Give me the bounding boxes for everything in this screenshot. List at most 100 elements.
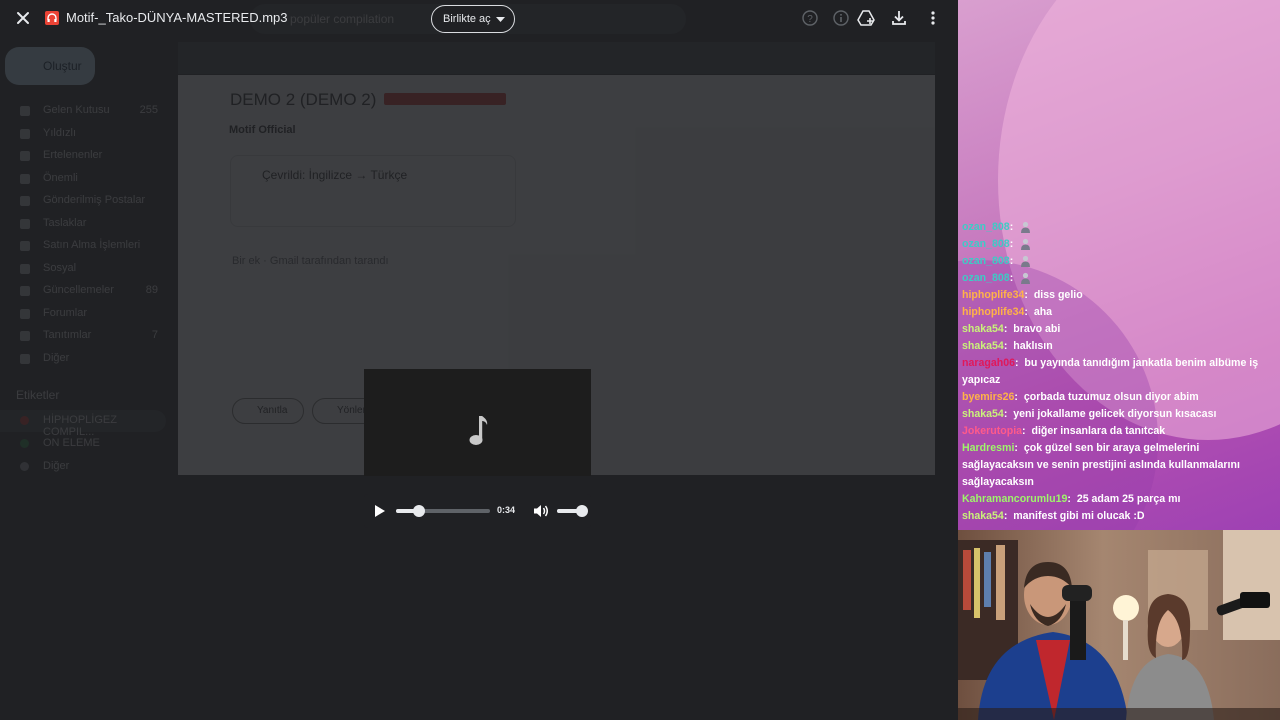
label-item: Diğer [0,456,166,478]
volume-icon[interactable] [532,502,550,520]
nav-item: Ertelenenler [0,145,172,168]
close-icon[interactable] [14,9,32,27]
chat-message: hiphoplife34: aha [962,304,1274,321]
nav-label: Forumlar [43,306,88,319]
chat-username: shaka54 [962,408,1004,420]
nav-item: Önemli [0,168,172,191]
nav-count: 255 [139,104,158,116]
chat-text: diss gelio [1033,289,1083,301]
download-icon[interactable] [890,9,908,27]
seek-thumb[interactable] [412,505,425,517]
attachment-note: Bir ek · Gmail tarafından tarandı [232,255,389,267]
chat-username: Hardresmi [962,442,1015,454]
chevron-down-icon [496,17,505,22]
chat-colon: : [1009,221,1014,233]
label-dot [20,439,29,448]
chat-colon: : [1024,306,1028,318]
nav-count: 7 [151,329,158,341]
chat-username: Jokerutopia [962,425,1023,437]
mail-nav: Gelen Kutusu 255 Yıldızlı Ertelenenler Ön… [0,100,172,370]
nav-label: Önemli [43,171,78,184]
important-icon [20,173,30,184]
translation-text: Çevrildi: İngilizce → Türkçe [262,168,408,182]
info-icon [20,286,30,296]
chat-message: Kahramancorumlu19: 25 adam 25 parça mı [962,491,1274,508]
info-icon[interactable] [832,9,850,27]
chat-message: ozan_808: [962,236,1274,253]
seek-slider[interactable] [396,505,490,517]
background-mail-page: popüler compilation Oluştur Gelen Kutusu… [0,0,958,720]
nav-label: Ertelenenler [43,149,103,161]
file-viewer: popüler compilation Oluştur Gelen Kutusu… [0,0,958,720]
translation-box [230,155,516,227]
star-icon [20,128,30,139]
forum-icon [20,308,30,319]
chat-text: yeni jokallame gelicek diyorsun kısacası [1013,408,1217,420]
nav-label: Diğer [43,351,70,364]
svg-text:?: ? [807,14,813,25]
nav-label: Yıldızlı [43,126,77,139]
chat-colon: : [1003,340,1008,352]
send-icon [20,196,30,206]
file-title: Motif-_Tako-DÜNYA-MASTERED.mp3 [66,10,288,25]
chat-message: shaka54: manifest gibi mi olucak :D [962,508,1274,525]
tag-icon [20,241,30,251]
chat-colon: : [1014,391,1018,403]
mail-sender: Motif Official [229,124,296,136]
draft-icon [20,218,30,229]
compose-button: Oluştur [5,47,95,85]
chat-message: naragah06: bu yayında tanıdığım jankatla… [962,355,1274,389]
audio-controls: 0:34 [364,494,591,528]
chat-colon: : [1014,442,1018,454]
person-emote-icon [1020,272,1031,285]
chat-colon: : [1003,510,1008,522]
label-dot [20,462,29,471]
chat-message: shaka54: bravo abi [962,321,1274,338]
nav-item: Forumlar [0,303,172,326]
nav-item: Diğer [0,348,172,371]
chat-message: Jokerutopia: diğer insanlara da tanıtcak [962,423,1274,440]
chat-colon: : [1003,408,1008,420]
chat-message: ozan_808: [962,219,1274,236]
chat-message: shaka54: yeni jokallame gelicek diyorsun… [962,406,1274,423]
nav-item: Tanıtımlar 7 [0,325,172,348]
current-time: 0:34 [497,505,516,515]
reply-label: Yanıtla [257,405,288,416]
audio-artwork [364,369,591,476]
chat-text: bravo abi [1013,323,1061,335]
chat-text: diğer insanlara da tanıtcak [1031,425,1166,437]
label-text: ON ELEME [43,437,100,449]
volume-slider[interactable] [557,505,589,517]
chat-message: ozan_808: [962,270,1274,287]
chat-username: hiphoplife34 [962,306,1025,318]
add-to-drive-icon[interactable] [857,9,875,27]
open-with-button[interactable]: Birlikte aç [431,5,515,33]
nav-count: 89 [145,284,158,296]
chat-username: shaka54 [962,510,1004,522]
chat-colon: : [1022,425,1026,437]
help-icon[interactable]: ? [801,9,819,27]
nav-label: Taslaklar [43,216,87,229]
chat-text: 25 adam 25 parça mı [1076,493,1181,505]
nav-label: Satın Alma İşlemleri [43,239,141,251]
mail-label-badge [384,93,506,105]
chat-colon: : [1003,323,1008,335]
chat-text: çorbada tuzumuz olsun diyor abim [1023,391,1199,403]
play-icon[interactable] [372,503,388,519]
nav-label: Güncellemeler [43,284,114,296]
nav-item: Yıldızlı [0,123,172,146]
label-item: HİPHOPLİGEZ COMPIL... [0,410,166,438]
label-text: Diğer [43,460,70,472]
people-icon [20,263,30,274]
nav-item: Taslaklar [0,213,172,236]
volume-thumb[interactable] [576,505,589,517]
person-emote-icon [1020,255,1031,268]
more-vert-icon[interactable] [924,9,942,27]
chat-panel: ozan_808: ozan_808: ozan_808: ozan_808: … [962,219,1274,525]
compose-label: Oluştur [43,59,82,73]
chat-colon: : [1015,357,1019,369]
chat-username: Kahramancorumlu19 [962,493,1068,505]
chat-message: byemirs26: çorbada tuzumuz olsun diyor a… [962,389,1274,406]
chat-colon: : [1067,493,1071,505]
chat-username: ozan_808 [962,221,1010,233]
